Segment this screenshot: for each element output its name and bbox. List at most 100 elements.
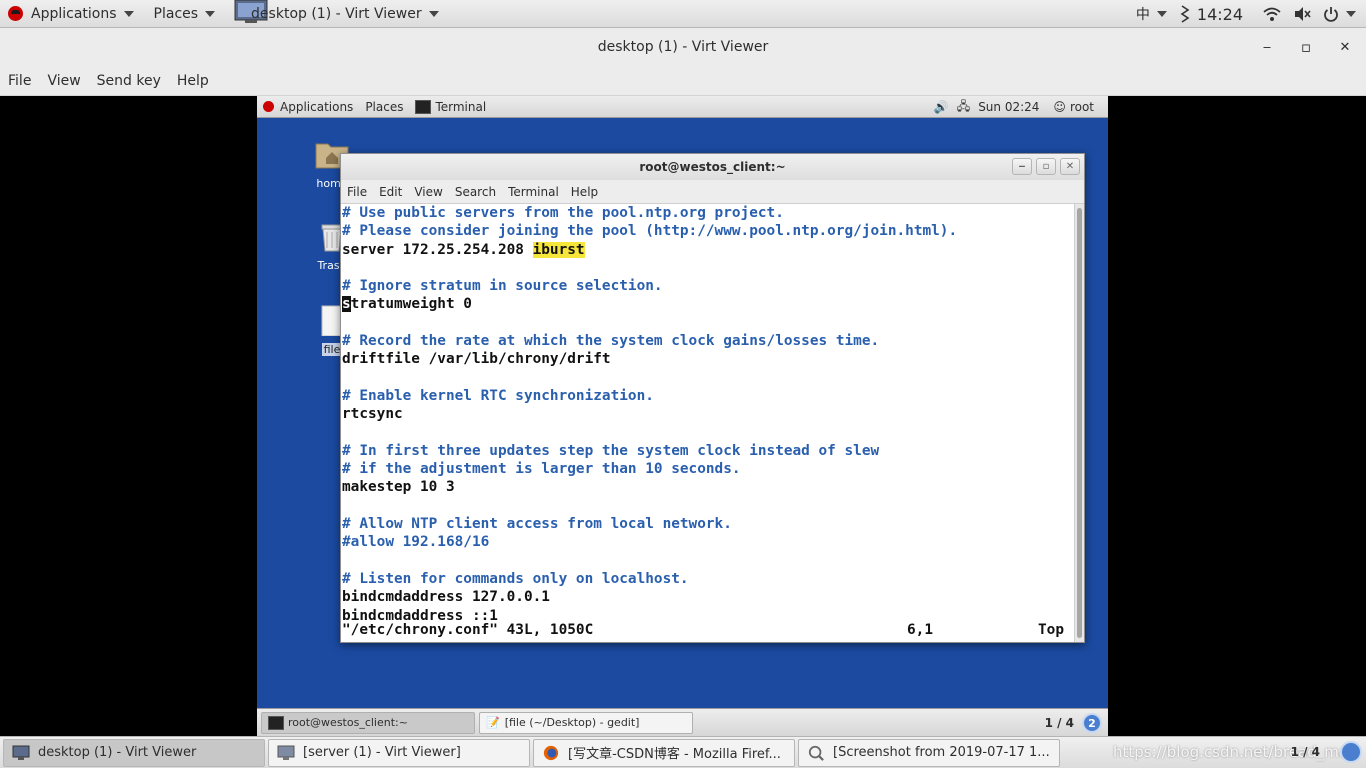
window-titlebar[interactable]: desktop (1) - Virt Viewer ‒ ▫ ✕ — [0, 28, 1366, 66]
host-task-firefox[interactable]: [写文章-CSDN博客 - Mozilla Firef... — [533, 738, 795, 767]
terminal-icon — [268, 715, 284, 730]
guest-task-terminal[interactable]: root@westos_client:~ — [261, 711, 475, 734]
guest-clock[interactable]: Sun 02:24 — [978, 100, 1039, 114]
terminal-window[interactable]: root@westos_client:~ ‒ ▫ ✕ File Edit Vie… — [340, 153, 1085, 643]
guest-user-menu[interactable]: root — [1070, 100, 1094, 114]
terminal-scrollbar[interactable] — [1074, 204, 1084, 642]
guest-workspace-indicator[interactable]: 1 / 4 — [1045, 716, 1074, 730]
host-workspace-indicator[interactable]: 1 / 4 — [1291, 745, 1320, 759]
workspace-switcher-icon[interactable] — [1340, 741, 1362, 763]
close-icon: ✕ — [1339, 39, 1351, 55]
maximize-button[interactable]: ▫ — [1288, 28, 1324, 66]
terminal-line-text: # Record the rate at which the system cl… — [342, 333, 880, 350]
terminal-line: # Allow NTP client access from local net… — [342, 515, 1076, 533]
terminal-line: # In first three updates step the system… — [342, 442, 1076, 460]
guest-terminal-label: Terminal — [435, 99, 487, 114]
scrollbar-thumb[interactable] — [1077, 208, 1082, 638]
terminal-menu-terminal[interactable]: Terminal — [502, 185, 565, 199]
minimize-icon: ‒ — [1262, 39, 1272, 55]
clock[interactable]: 14:24 — [1173, 0, 1249, 28]
terminal-line-text: bindcmdaddress 127.0.0.1 — [342, 589, 550, 606]
guest-places-label: Places — [365, 99, 404, 114]
chevron-down-icon — [1156, 11, 1167, 17]
chevron-down-icon — [123, 10, 134, 17]
terminal-menu-edit[interactable]: Edit — [373, 185, 408, 199]
terminal-line-text: # In first three updates step the system… — [342, 442, 880, 459]
status-scroll-position: Top — [1038, 622, 1064, 638]
terminal-line-text: # Ignore stratum in source selection. — [342, 278, 663, 295]
window-title: desktop (1) - Virt Viewer — [597, 39, 769, 55]
search-highlight: iburst — [532, 241, 585, 258]
volume-indicator[interactable] — [1287, 0, 1317, 28]
host-task-screenshot[interactable]: [Screenshot from 2019-07-17 1... — [798, 738, 1060, 767]
network-icon[interactable]: 🖧 — [957, 97, 970, 118]
window-menu[interactable]: desktop (1) - Virt Viewer — [227, 0, 445, 28]
terminal-line-text: makestep 10 3 — [342, 479, 455, 496]
terminal-line: server 172.25.254.208 iburst — [342, 241, 1076, 259]
chevron-down-icon — [428, 10, 439, 17]
host-task-label: [server (1) - Virt Viewer] — [303, 745, 461, 760]
host-task-label: [Screenshot from 2019-07-17 1... — [833, 745, 1050, 760]
workspace-switcher-icon[interactable]: 2 — [1082, 713, 1102, 733]
status-file-info: "/etc/chrony.conf" 43L, 1050C — [342, 622, 594, 638]
guest-task-gedit[interactable]: 📝 [file (~/Desktop) - gedit] — [479, 711, 693, 734]
redhat-logo-icon — [8, 6, 23, 21]
terminal-minimize-button[interactable]: ‒ — [1012, 158, 1032, 175]
terminal-menu-file[interactable]: File — [341, 185, 373, 199]
terminal-line-text: # Allow NTP client access from local net… — [342, 516, 732, 533]
terminal-maximize-button[interactable]: ▫ — [1036, 158, 1056, 175]
chevron-down-icon — [205, 10, 216, 17]
clock-label: 14:24 — [1196, 4, 1243, 24]
accessibility-icon — [1180, 5, 1190, 23]
guest-status-area: 🔊 🖧 Sun 02:24 ☺ root — [934, 96, 1108, 118]
applications-label: Applications — [31, 5, 117, 22]
image-viewer-icon — [808, 745, 824, 761]
terminal-text-area[interactable]: # Use public servers from the pool.ntp.o… — [341, 204, 1076, 642]
terminal-line: stratumweight 0 — [342, 295, 1076, 313]
input-method-indicator[interactable]: 中 — [1130, 0, 1173, 28]
minimize-button[interactable]: ‒ — [1249, 28, 1285, 66]
places-menu[interactable]: Places — [148, 0, 222, 28]
wifi-icon — [1263, 7, 1281, 21]
terminal-menu-help[interactable]: Help — [565, 185, 604, 199]
applications-menu[interactable]: Applications — [0, 0, 140, 28]
terminal-titlebar[interactable]: root@westos_client:~ ‒ ▫ ✕ — [341, 154, 1084, 180]
menu-view[interactable]: View — [39, 73, 88, 89]
menu-help[interactable]: Help — [169, 73, 217, 89]
text-cursor: s — [342, 296, 351, 313]
terminal-menu-view[interactable]: View — [408, 185, 448, 199]
close-button[interactable]: ✕ — [1327, 28, 1363, 66]
guest-terminal-window-menu[interactable]: Terminal — [409, 96, 492, 118]
guest-task-label: [file (~/Desktop) - gedit] — [504, 716, 640, 729]
terminal-line-text: #allow 192.168/16 — [342, 534, 490, 551]
maximize-icon: ▫ — [1300, 38, 1312, 56]
guest-bottom-panel: root@westos_client:~ 📝 [file (~/Desktop)… — [257, 708, 1108, 736]
menu-send-key[interactable]: Send key — [89, 73, 169, 89]
terminal-menu-search[interactable]: Search — [449, 185, 502, 199]
terminal-line: # Use public servers from the pool.ntp.o… — [342, 204, 1076, 222]
virt-viewer-app-icon — [12, 745, 30, 760]
guest-display[interactable]: Applications Places Terminal 🔊 🖧 Sun 02:… — [257, 96, 1108, 736]
terminal-line: # if the adjustment is larger than 10 se… — [342, 460, 1076, 478]
host-status-area: 中 14:24 — [1130, 0, 1366, 28]
places-label: Places — [153, 5, 199, 22]
terminal-line: # Ignore stratum in source selection. — [342, 277, 1076, 295]
virt-viewer-app-icon — [277, 745, 295, 760]
terminal-line: rtcsync — [342, 405, 1076, 423]
guest-applications-menu[interactable]: Applications — [257, 96, 359, 118]
text-editor-icon: 📝 — [486, 716, 500, 729]
host-task-label: desktop (1) - Virt Viewer — [38, 745, 197, 760]
host-task-desktop-viewer[interactable]: desktop (1) - Virt Viewer — [3, 738, 265, 767]
guest-places-menu[interactable]: Places — [359, 96, 409, 118]
terminal-line: # Listen for commands only on localhost. — [342, 570, 1076, 588]
host-task-server-viewer[interactable]: [server (1) - Virt Viewer] — [268, 738, 530, 767]
guest-applications-label: Applications — [280, 99, 354, 114]
maximize-icon: ▫ — [1042, 161, 1050, 172]
menu-file[interactable]: File — [0, 73, 39, 89]
volume-icon[interactable]: 🔊 — [934, 100, 949, 114]
wifi-indicator[interactable] — [1257, 0, 1287, 28]
power-menu[interactable] — [1317, 0, 1366, 28]
terminal-close-button[interactable]: ✕ — [1060, 158, 1080, 175]
terminal-line: # Please consider joining the pool (http… — [342, 222, 1076, 240]
